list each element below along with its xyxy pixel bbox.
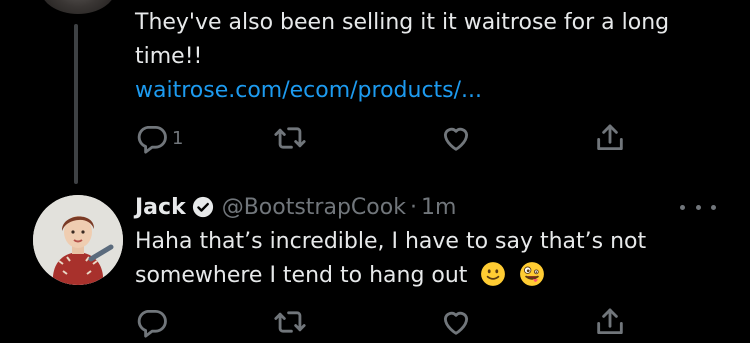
share-icon <box>597 124 623 151</box>
share-icon <box>597 308 623 335</box>
more-dot-icon <box>695 204 701 210</box>
zany-face-icon <box>520 262 545 286</box>
reply-button[interactable]: 1 <box>135 118 183 158</box>
retweet-icon <box>274 127 306 149</box>
thread-connector-line <box>74 24 78 184</box>
avatar[interactable] <box>33 195 123 285</box>
tweet-body: They've also been selling it it waitrose… <box>135 10 670 69</box>
separator-dot: · <box>409 194 417 220</box>
tweet-link[interactable]: waitrose.com/ecom/products/... <box>135 74 725 108</box>
verified-badge-icon <box>192 196 213 218</box>
user-handle[interactable]: @BootstrapCook <box>222 195 406 220</box>
slightly-smiling-face-icon <box>481 262 506 286</box>
more-dot-icon <box>711 204 716 210</box>
heart-icon <box>443 311 469 335</box>
share-button[interactable] <box>593 302 627 342</box>
avatar[interactable] <box>40 0 116 14</box>
tweet-body: Haha that’s incredible, I have to say th… <box>135 229 647 288</box>
reply-count: 1 <box>172 127 184 149</box>
retweet-icon <box>274 311 306 333</box>
timestamp[interactable]: 1m <box>421 195 456 220</box>
reply-icon <box>137 125 167 154</box>
reply-button[interactable] <box>135 302 169 342</box>
more-options-button[interactable] <box>680 196 716 218</box>
like-button[interactable] <box>439 118 473 158</box>
share-button[interactable] <box>593 118 627 158</box>
more-dot-icon <box>680 204 685 210</box>
display-name[interactable]: Jack <box>135 195 186 220</box>
tweet-actions <box>135 302 635 342</box>
tweet-text: They've also been selling it it waitrose… <box>135 6 725 108</box>
retweet-button[interactable] <box>273 302 307 342</box>
like-button[interactable] <box>439 302 473 342</box>
heart-icon <box>443 127 469 151</box>
retweet-button[interactable] <box>273 118 307 158</box>
profile-photo <box>33 195 123 285</box>
reply-icon <box>137 309 167 338</box>
tweet-text: Haha that’s incredible, I have to say th… <box>135 225 725 293</box>
tweet-actions: 1 <box>135 118 635 158</box>
tweet-header: Jack @BootstrapCook · 1m <box>135 191 456 223</box>
